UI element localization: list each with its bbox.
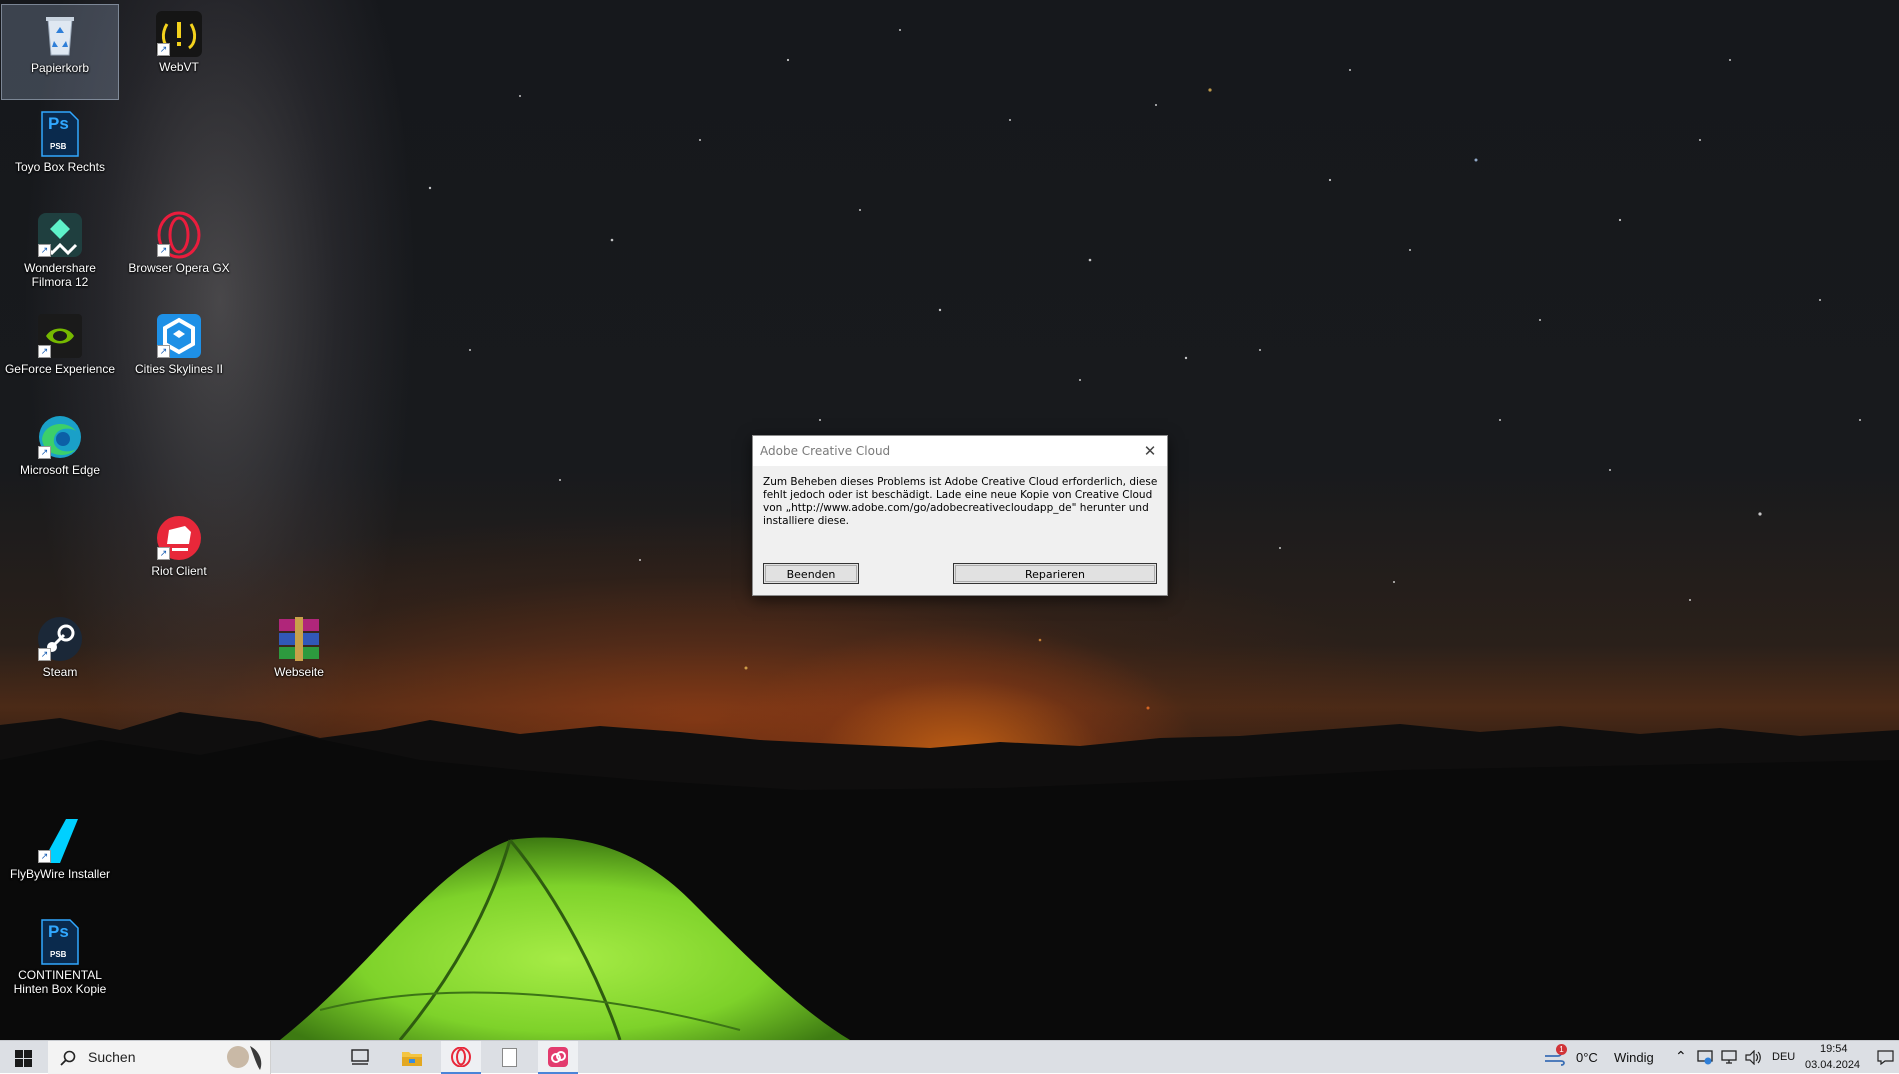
action-center-button[interactable]: [1872, 1041, 1899, 1074]
desktop-icon-label: CONTINENTAL Hinten Box Kopie: [13, 968, 107, 996]
quit-button[interactable]: Beenden: [763, 563, 859, 584]
shortcut-arrow-icon: ↗: [157, 43, 170, 56]
taskbar: Suchen 1 0°C Windig ⌃ DEU 19:54 03.04.20…: [0, 1040, 1899, 1074]
ps-badge: Ps: [48, 922, 69, 941]
file-explorer-icon: [402, 1052, 422, 1066]
search-highlight-icon: [227, 1046, 262, 1070]
shortcut-arrow-icon: ↗: [38, 446, 51, 459]
desktop-icon-label: Cities Skylines II: [134, 362, 224, 376]
security-icon: [1697, 1050, 1713, 1065]
weather-condition: Windig: [1614, 1050, 1654, 1065]
shortcut-arrow-icon: ↗: [157, 345, 170, 358]
desktop-icon-label: GeForce Experience: [4, 362, 116, 376]
language-indicator: DEU: [1772, 1051, 1796, 1063]
search-placeholder: Suchen: [88, 1049, 136, 1065]
volume-icon: [1745, 1050, 1761, 1065]
flybywire-icon: ↗: [36, 817, 84, 865]
task-view-icon: [351, 1049, 369, 1065]
taskbar-search-box[interactable]: Suchen: [48, 1041, 271, 1074]
notification-icon: [1877, 1050, 1894, 1065]
opera-gx-icon: ↗: [155, 211, 203, 259]
dialog-title: Adobe Creative Cloud: [760, 444, 891, 458]
desktop-icon-continental[interactable]: Ps PSB CONTINENTAL Hinten Box Kopie: [1, 912, 119, 1024]
weather-widget[interactable]: 1 0°C Windig: [1540, 1041, 1660, 1074]
tray-security-button[interactable]: [1694, 1041, 1716, 1074]
shortcut-arrow-icon: ↗: [38, 648, 51, 661]
clock-date: 03.04.2024: [1805, 1059, 1861, 1071]
ps-badge: Ps: [48, 114, 69, 133]
desktop-icon-geforce[interactable]: ↗ GeForce Experience: [1, 306, 119, 402]
tray-network-button[interactable]: [1718, 1041, 1740, 1074]
weather-temperature: 0°C: [1576, 1050, 1598, 1065]
psb-badge: PSB: [50, 950, 67, 959]
desktop-icon-label: FlyByWire Installer: [9, 867, 110, 881]
tray-volume-button[interactable]: [1742, 1041, 1764, 1074]
shortcut-arrow-icon: ↗: [38, 345, 51, 358]
windows-logo-icon: [15, 1050, 32, 1067]
desktop-icon-label: Steam: [42, 665, 78, 679]
dialog-titlebar[interactable]: Adobe Creative Cloud ✕: [753, 436, 1167, 466]
cities-skylines-icon: ↗: [155, 312, 203, 360]
webvt-icon: ↗: [155, 10, 203, 58]
close-icon[interactable]: ✕: [1133, 436, 1167, 466]
taskbar-creative-cloud[interactable]: [538, 1041, 578, 1074]
creative-cloud-icon: [548, 1047, 568, 1067]
desktop: Papierkorb ↗ WebVT Ps PSB Toyo Box Recht…: [0, 0, 1899, 1040]
desktop-icon-label: Riot Client: [151, 564, 207, 578]
photoshop-psb-icon: Ps PSB: [36, 110, 84, 158]
chevron-up-icon: ⌃: [1675, 1048, 1687, 1064]
clock-time: 19:54: [1820, 1043, 1848, 1055]
tray-overflow-button[interactable]: ⌃: [1670, 1041, 1692, 1074]
nvidia-icon: ↗: [36, 312, 84, 360]
desktop-icon-label: Papierkorb: [30, 61, 90, 75]
desktop-icon-flybywire[interactable]: ↗ FlyByWire Installer: [1, 811, 119, 907]
notepad-icon: [502, 1048, 517, 1067]
desktop-icon-label: Microsoft Edge: [19, 463, 101, 477]
dialog-message: Zum Beheben dieses Problems ist Adobe Cr…: [763, 476, 1158, 527]
shortcut-arrow-icon: ↗: [38, 850, 51, 863]
desktop-icon-filmora[interactable]: ↗ Wondershare Filmora 12: [1, 205, 119, 317]
desktop-icon-steam[interactable]: ↗ Steam: [1, 609, 119, 705]
desktop-icon-riot-client[interactable]: ↗ Riot Client: [120, 508, 238, 604]
task-view-button[interactable]: [342, 1041, 378, 1074]
weather-badge: 1: [1556, 1044, 1567, 1055]
clock[interactable]: 19:54 03.04.2024: [1800, 1041, 1860, 1074]
desktop-icon-label: WebVT: [159, 60, 199, 74]
steam-icon: ↗: [36, 615, 84, 663]
opera-icon: [451, 1047, 471, 1067]
desktop-icon-label: Toyo Box Rechts: [14, 160, 106, 174]
winrar-icon: [275, 615, 323, 663]
desktop-icon-webseite[interactable]: Webseite: [240, 609, 358, 705]
repair-button[interactable]: Reparieren: [953, 563, 1157, 584]
desktop-icon-edge[interactable]: ↗ Microsoft Edge: [1, 407, 119, 503]
desktop-icon-label: Webseite: [274, 665, 324, 679]
taskbar-opera[interactable]: [441, 1041, 481, 1074]
psb-badge: PSB: [50, 142, 67, 151]
desktop-icon-recycle-bin[interactable]: Papierkorb: [1, 4, 119, 100]
desktop-icon-label: Wondershare Filmora 12: [24, 261, 96, 289]
desktop-icon-cities-skylines[interactable]: ↗ Cities Skylines II: [120, 306, 238, 402]
shortcut-arrow-icon: ↗: [157, 547, 170, 560]
search-icon: [60, 1050, 76, 1066]
photoshop-psb-icon: Ps PSB: [36, 918, 84, 966]
taskbar-notepad[interactable]: [490, 1041, 530, 1074]
filmora-icon: ↗: [36, 211, 84, 259]
start-button[interactable]: [0, 1041, 48, 1074]
shortcut-arrow-icon: ↗: [157, 244, 170, 257]
riot-client-icon: ↗: [155, 514, 203, 562]
desktop-icon-toyo-box[interactable]: Ps PSB Toyo Box Rechts: [1, 104, 119, 200]
desktop-icon-label: Browser Opera GX: [128, 261, 230, 275]
shortcut-arrow-icon: ↗: [38, 244, 51, 257]
network-icon: [1721, 1050, 1737, 1064]
recycle-bin-icon: [36, 11, 84, 59]
input-language-button[interactable]: DEU: [1768, 1041, 1798, 1074]
tent-illustration: [280, 837, 850, 1040]
desktop-icon-webvt[interactable]: ↗ WebVT: [120, 4, 238, 100]
adobe-error-dialog: Adobe Creative Cloud ✕ Zum Beheben diese…: [752, 435, 1168, 596]
taskbar-file-explorer[interactable]: [392, 1041, 432, 1074]
desktop-icon-opera-gx[interactable]: ↗ Browser Opera GX: [120, 205, 238, 301]
edge-icon: ↗: [36, 413, 84, 461]
